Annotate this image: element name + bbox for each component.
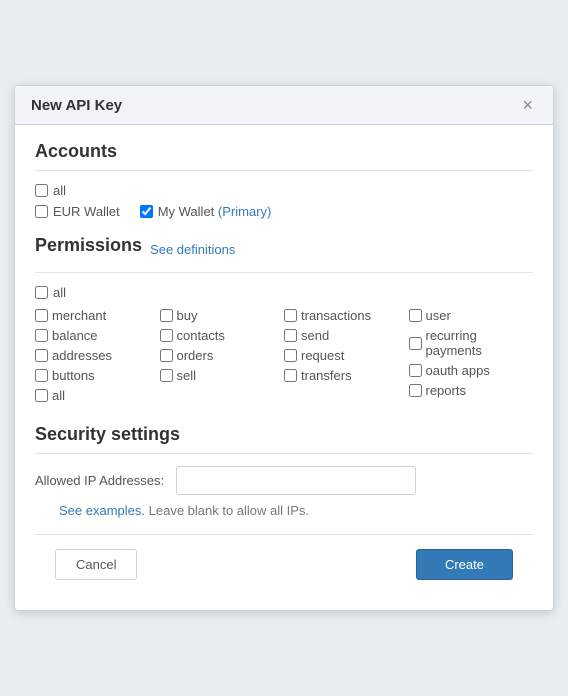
ip-hint: See examples. Leave blank to allow all I… bbox=[39, 503, 533, 518]
perm-balance-label[interactable]: balance bbox=[52, 328, 98, 343]
perm-contacts-checkbox[interactable] bbox=[160, 329, 173, 342]
modal-title: New API Key bbox=[31, 97, 122, 114]
perm-merchant-checkbox[interactable] bbox=[35, 309, 48, 322]
close-button[interactable]: × bbox=[518, 96, 537, 114]
perm-balance: balance bbox=[35, 328, 160, 343]
perm-merchant-label[interactable]: merchant bbox=[52, 308, 106, 323]
perm-recurring-label[interactable]: recurring payments bbox=[426, 328, 534, 358]
allowed-ip-row: Allowed IP Addresses: bbox=[35, 466, 533, 495]
accounts-all-checkbox[interactable] bbox=[35, 184, 48, 197]
permissions-section: Permissions See definitions all merchant bbox=[35, 235, 533, 408]
my-wallet-primary-text: (Primary) bbox=[218, 204, 271, 219]
cancel-button[interactable]: Cancel bbox=[55, 549, 137, 580]
security-section: Security settings Allowed IP Addresses: … bbox=[35, 424, 533, 518]
perm-buy: buy bbox=[160, 308, 285, 323]
perm-orders-label[interactable]: orders bbox=[177, 348, 214, 363]
accounts-section-title: Accounts bbox=[35, 141, 533, 162]
create-button[interactable]: Create bbox=[416, 549, 513, 580]
perm-sell-label[interactable]: sell bbox=[177, 368, 197, 383]
perm-send-label[interactable]: send bbox=[301, 328, 329, 343]
perm-contacts-label[interactable]: contacts bbox=[177, 328, 225, 343]
modal-header: New API Key × bbox=[15, 86, 553, 125]
security-divider bbox=[35, 453, 533, 454]
perm-request-label[interactable]: request bbox=[301, 348, 344, 363]
perm-request: request bbox=[284, 348, 409, 363]
perm-col-3: transactions send request transfers bbox=[284, 308, 409, 408]
perm-contacts: contacts bbox=[160, 328, 285, 343]
perm-user-label[interactable]: user bbox=[426, 308, 451, 323]
perm-col-1: merchant balance addresses buttons bbox=[35, 308, 160, 408]
modal-body: Accounts all EUR Wallet My Wallet (Prima… bbox=[15, 125, 553, 610]
perm-sell: sell bbox=[160, 368, 285, 383]
perm-addresses-label[interactable]: addresses bbox=[52, 348, 112, 363]
perm-buttons-label[interactable]: buttons bbox=[52, 368, 95, 383]
perm-buy-label[interactable]: buy bbox=[177, 308, 198, 323]
permissions-divider bbox=[35, 272, 533, 273]
perm-oauth-apps: oauth apps bbox=[409, 363, 534, 378]
perm-transactions: transactions bbox=[284, 308, 409, 323]
perm-oauth-label[interactable]: oauth apps bbox=[426, 363, 490, 378]
permissions-grid: merchant balance addresses buttons bbox=[35, 308, 533, 408]
allowed-ip-label: Allowed IP Addresses: bbox=[35, 473, 164, 488]
perm-addresses-checkbox[interactable] bbox=[35, 349, 48, 362]
permissions-all-checkbox[interactable] bbox=[35, 286, 48, 299]
perm-buttons-checkbox[interactable] bbox=[35, 369, 48, 382]
perm-merchant: merchant bbox=[35, 308, 160, 323]
perm-user: user bbox=[409, 308, 534, 323]
my-wallet-checkbox[interactable] bbox=[140, 205, 153, 218]
perm-balance-checkbox[interactable] bbox=[35, 329, 48, 342]
perm-recurring-payments: recurring payments bbox=[409, 328, 534, 358]
permissions-all-label[interactable]: all bbox=[53, 285, 66, 300]
my-wallet-label[interactable]: My Wallet (Primary) bbox=[158, 204, 272, 219]
perm-transfers: transfers bbox=[284, 368, 409, 383]
perm-all-bottom: all bbox=[35, 388, 160, 403]
accounts-all-row: all bbox=[35, 183, 533, 198]
perm-send: send bbox=[284, 328, 409, 343]
eur-wallet-checkbox[interactable] bbox=[35, 205, 48, 218]
allowed-ip-input[interactable] bbox=[176, 466, 416, 495]
perm-request-checkbox[interactable] bbox=[284, 349, 297, 362]
new-api-key-modal: New API Key × Accounts all EUR Wallet My… bbox=[14, 85, 554, 611]
perm-all-bottom-checkbox[interactable] bbox=[35, 389, 48, 402]
permissions-header: Permissions See definitions bbox=[35, 235, 533, 264]
perm-orders-checkbox[interactable] bbox=[160, 349, 173, 362]
perm-transactions-checkbox[interactable] bbox=[284, 309, 297, 322]
see-examples-link[interactable]: See examples. bbox=[59, 503, 145, 518]
perm-reports-label[interactable]: reports bbox=[426, 383, 466, 398]
perm-sell-checkbox[interactable] bbox=[160, 369, 173, 382]
accounts-divider bbox=[35, 170, 533, 171]
permissions-all-row: all bbox=[35, 285, 533, 300]
perm-transfers-checkbox[interactable] bbox=[284, 369, 297, 382]
see-definitions-link[interactable]: See definitions bbox=[150, 242, 235, 257]
perm-col-4: user recurring payments oauth apps repor… bbox=[409, 308, 534, 408]
security-section-title: Security settings bbox=[35, 424, 533, 445]
perm-send-checkbox[interactable] bbox=[284, 329, 297, 342]
perm-user-checkbox[interactable] bbox=[409, 309, 422, 322]
perm-addresses: addresses bbox=[35, 348, 160, 363]
ip-hint-text: Leave blank to allow all IPs. bbox=[149, 503, 309, 518]
perm-transfers-label[interactable]: transfers bbox=[301, 368, 352, 383]
my-wallet-text: My Wallet bbox=[158, 204, 215, 219]
perm-all-bottom-label[interactable]: all bbox=[52, 388, 65, 403]
perm-recurring-checkbox[interactable] bbox=[409, 337, 422, 350]
perm-col-2: buy contacts orders sell bbox=[160, 308, 285, 408]
permissions-section-title: Permissions bbox=[35, 235, 142, 256]
eur-wallet-item: EUR Wallet bbox=[35, 204, 120, 219]
perm-oauth-checkbox[interactable] bbox=[409, 364, 422, 377]
perm-reports: reports bbox=[409, 383, 534, 398]
perm-reports-checkbox[interactable] bbox=[409, 384, 422, 397]
modal-footer: Cancel Create bbox=[35, 534, 533, 594]
perm-orders: orders bbox=[160, 348, 285, 363]
wallet-row: EUR Wallet My Wallet (Primary) bbox=[35, 204, 533, 219]
perm-buy-checkbox[interactable] bbox=[160, 309, 173, 322]
eur-wallet-label[interactable]: EUR Wallet bbox=[53, 204, 120, 219]
perm-buttons: buttons bbox=[35, 368, 160, 383]
perm-transactions-label[interactable]: transactions bbox=[301, 308, 371, 323]
my-wallet-item: My Wallet (Primary) bbox=[140, 204, 272, 219]
accounts-all-label[interactable]: all bbox=[53, 183, 66, 198]
